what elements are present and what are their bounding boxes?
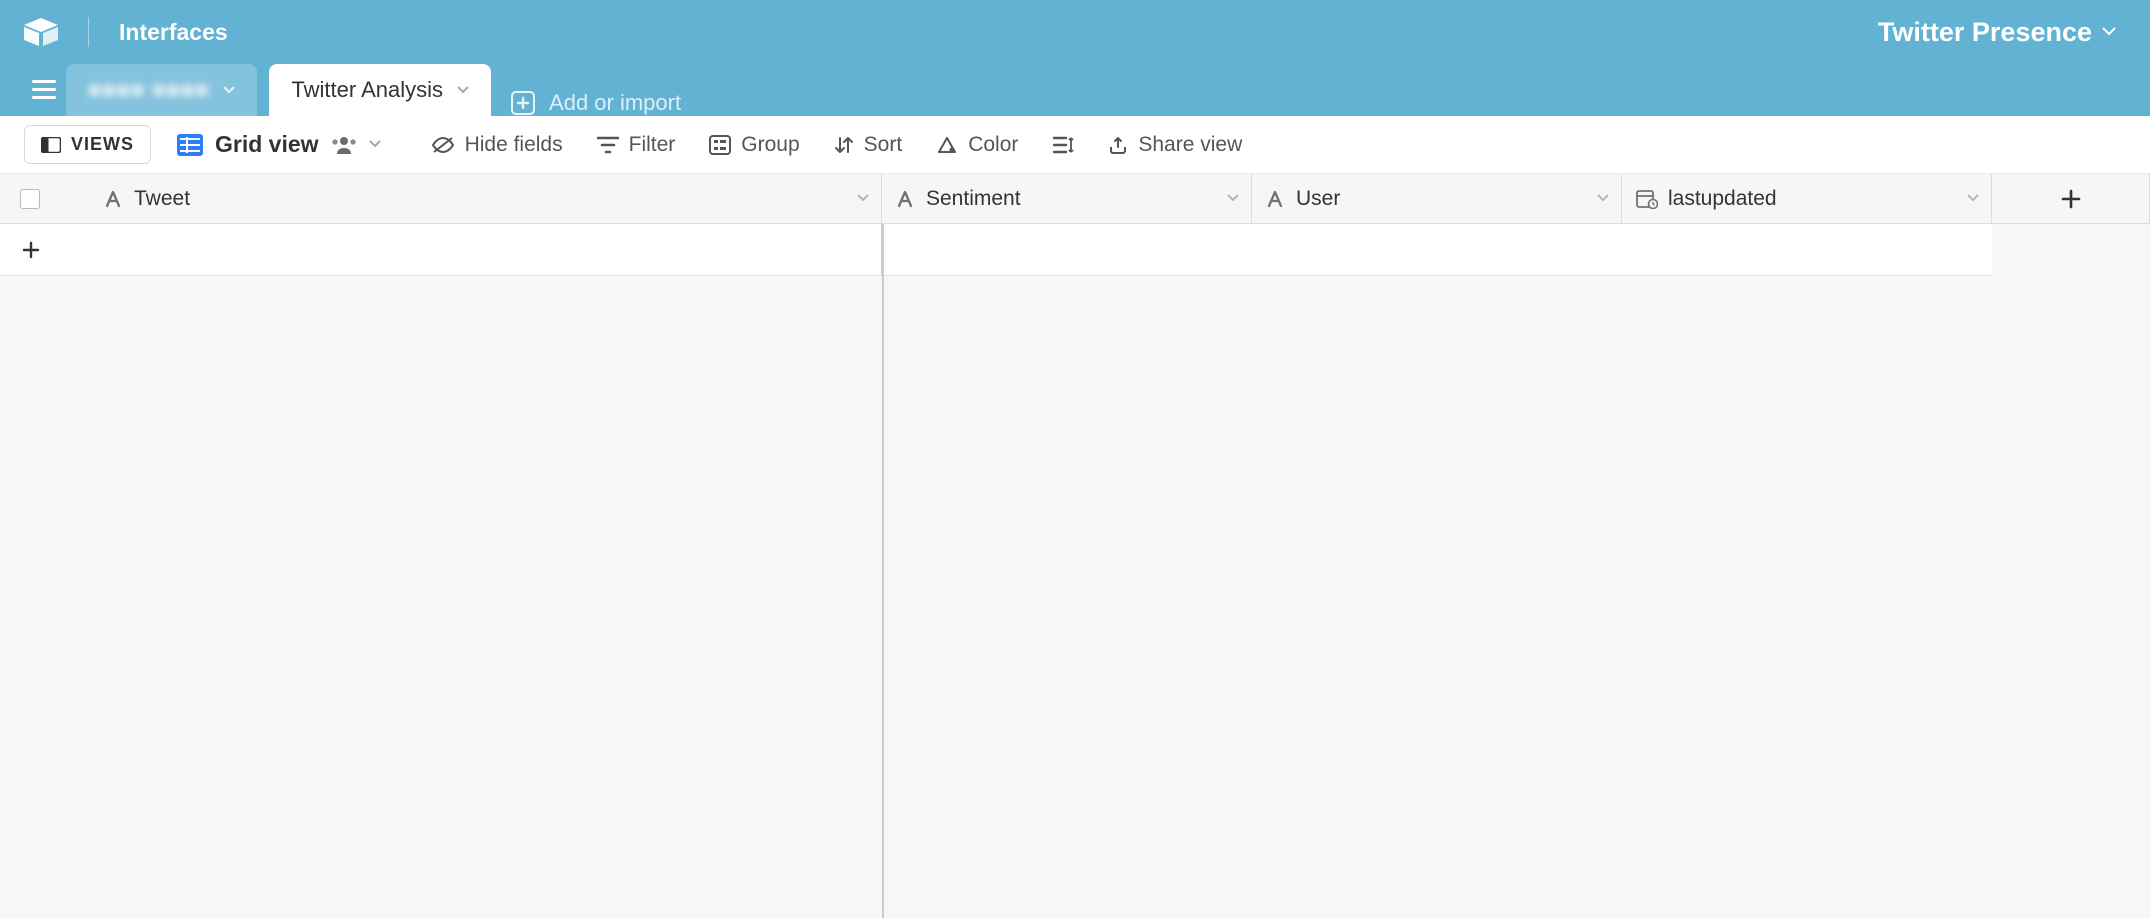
text-field-icon xyxy=(1266,190,1286,208)
plus-icon xyxy=(22,241,40,259)
column-header-tweet[interactable]: Tweet xyxy=(90,174,882,223)
share-view-label: Share view xyxy=(1138,133,1242,157)
color-button[interactable]: Color xyxy=(932,127,1022,163)
text-field-icon xyxy=(896,190,916,208)
view-switcher[interactable]: Grid view xyxy=(177,131,381,158)
plus-square-icon xyxy=(511,91,535,115)
tables-menu-icon[interactable] xyxy=(22,64,66,116)
chevron-down-icon xyxy=(1227,194,1239,203)
chevron-down-icon xyxy=(369,140,381,149)
column-header-lastupdated[interactable]: lastupdated xyxy=(1622,174,1992,223)
add-row-button[interactable] xyxy=(0,224,90,275)
grid-view-label: Grid view xyxy=(215,131,319,158)
app-header: Interfaces Twitter Presence ■■■■ ■■■■ Tw… xyxy=(0,0,2150,116)
column-label: Tweet xyxy=(134,187,190,211)
add-or-import-button[interactable]: Add or import xyxy=(491,90,701,116)
chevron-down-icon xyxy=(2102,27,2116,37)
text-field-icon xyxy=(104,190,124,208)
select-all-checkbox[interactable] xyxy=(20,189,40,209)
base-name-label: Twitter Presence xyxy=(1878,17,2092,48)
chevron-down-icon xyxy=(1597,194,1609,203)
share-view-button[interactable]: Share view xyxy=(1104,127,1246,163)
column-label: Sentiment xyxy=(926,187,1021,211)
created-time-icon xyxy=(1636,189,1658,209)
chevron-down-icon xyxy=(1967,194,1979,203)
interfaces-link[interactable]: Interfaces xyxy=(119,19,228,46)
select-all-cell[interactable] xyxy=(0,174,90,223)
column-header-row: Tweet Sentiment User xyxy=(0,174,2150,224)
view-toolbar: VIEWS Grid view Hide fields F xyxy=(0,116,2150,174)
header-divider xyxy=(88,17,89,47)
empty-cell xyxy=(90,224,882,275)
group-button[interactable]: Group xyxy=(705,127,803,163)
tab-inactive[interactable]: ■■■■ ■■■■ xyxy=(66,64,257,116)
chevron-down-icon xyxy=(857,194,869,203)
tab-active-label: Twitter Analysis xyxy=(291,77,443,103)
base-name-dropdown[interactable]: Twitter Presence xyxy=(1878,17,2122,48)
color-label: Color xyxy=(968,133,1018,157)
sort-label: Sort xyxy=(864,133,903,157)
chevron-down-icon xyxy=(223,86,235,95)
hide-fields-button[interactable]: Hide fields xyxy=(427,127,567,163)
frozen-column-divider xyxy=(882,224,884,918)
tab-twitter-analysis[interactable]: Twitter Analysis xyxy=(269,64,491,116)
add-field-button[interactable] xyxy=(1992,174,2150,223)
grid-icon xyxy=(177,134,203,156)
tabs-row: ■■■■ ■■■■ Twitter Analysis Add or import xyxy=(0,64,2150,116)
sort-button[interactable]: Sort xyxy=(830,127,907,163)
column-label: lastupdated xyxy=(1668,187,1777,211)
column-header-sentiment[interactable]: Sentiment xyxy=(882,174,1252,223)
views-button[interactable]: VIEWS xyxy=(24,125,151,164)
empty-cell xyxy=(882,224,1992,275)
add-row-row xyxy=(0,224,1992,276)
header-top-row: Interfaces Twitter Presence xyxy=(0,0,2150,64)
filter-button[interactable]: Filter xyxy=(593,127,680,163)
tab-inactive-label: ■■■■ ■■■■ xyxy=(88,77,209,103)
add-or-import-label: Add or import xyxy=(549,90,681,116)
filter-label: Filter xyxy=(629,133,676,157)
row-height-button[interactable] xyxy=(1048,129,1078,161)
hide-fields-label: Hide fields xyxy=(465,133,563,157)
plus-icon xyxy=(2061,189,2081,209)
airtable-logo-icon[interactable] xyxy=(24,18,58,46)
grid-table: Tweet Sentiment User xyxy=(0,174,2150,918)
column-label: User xyxy=(1296,187,1340,211)
views-label: VIEWS xyxy=(71,134,134,155)
group-label: Group xyxy=(741,133,799,157)
people-icon xyxy=(331,136,357,154)
sidebar-icon xyxy=(41,137,61,153)
column-header-user[interactable]: User xyxy=(1252,174,1622,223)
chevron-down-icon xyxy=(457,86,469,95)
